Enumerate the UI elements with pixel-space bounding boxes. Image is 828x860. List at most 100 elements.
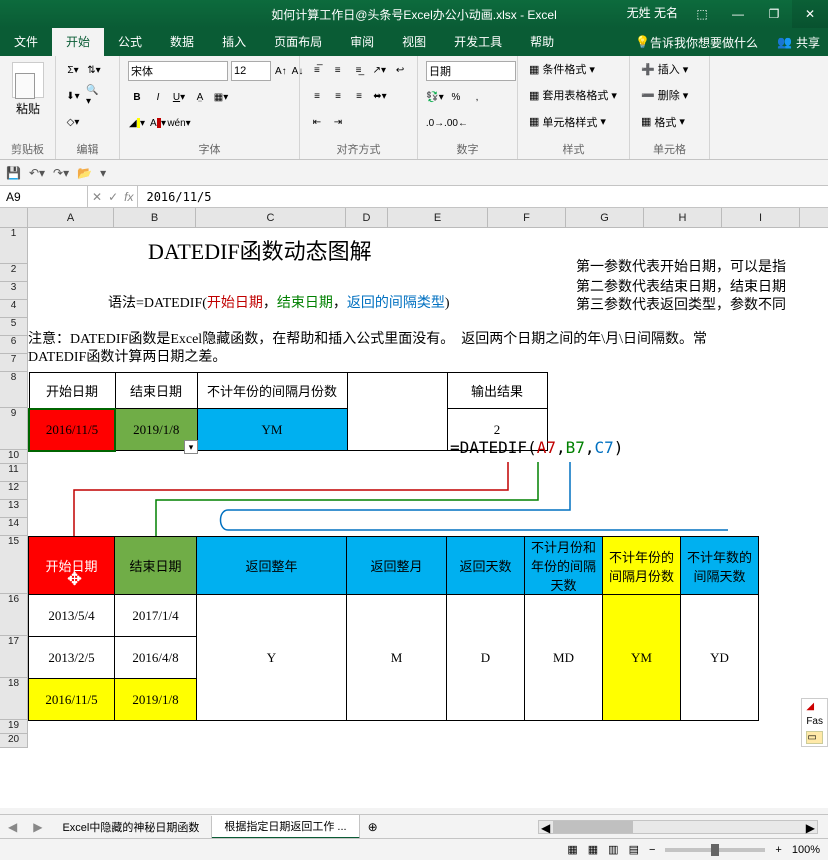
align-left-icon[interactable]: ≡ (308, 87, 326, 105)
dec-decimal-icon[interactable]: .00← (447, 114, 465, 132)
bold-icon[interactable]: B (128, 89, 146, 107)
align-top-icon[interactable]: ≡̅ (308, 61, 326, 79)
worksheet[interactable]: A B C D E F G H I 1 2 3 4 5 6 7 8 9 10 1… (0, 208, 828, 808)
sheet-nav-prev-icon[interactable]: ◀ (0, 820, 25, 834)
share-button[interactable]: 👥 共享 (777, 34, 820, 51)
fill-icon[interactable]: ⬇▾ (64, 87, 82, 105)
number-format-select[interactable] (426, 61, 516, 81)
tab-insert[interactable]: 插入 (208, 28, 260, 56)
row-6[interactable]: 6 (0, 336, 28, 354)
qat-more-icon[interactable]: ▾ (100, 166, 106, 180)
align-middle-icon[interactable]: ≡ (329, 61, 347, 79)
view-layout-icon[interactable]: ▥ (608, 843, 618, 856)
comma-icon[interactable]: , (468, 89, 486, 107)
row-9[interactable]: 9 (0, 408, 28, 450)
view-break-icon[interactable]: ▤ (629, 843, 639, 856)
row-18[interactable]: 18 (0, 678, 28, 720)
paste-button[interactable]: 粘贴 (8, 60, 48, 117)
col-F[interactable]: F (488, 208, 566, 227)
row-3[interactable]: 3 (0, 282, 28, 300)
name-box[interactable]: A9 (0, 186, 88, 207)
tab-formulas[interactable]: 公式 (104, 28, 156, 56)
indent-inc-icon[interactable]: ⇥ (329, 114, 347, 132)
new-sheet-icon[interactable]: ⊕ (360, 820, 386, 834)
tab-file[interactable]: 文件 (0, 28, 52, 56)
inc-decimal-icon[interactable]: .0→ (426, 114, 444, 132)
zoom-level[interactable]: 100% (792, 844, 820, 856)
tab-help[interactable]: 帮助 (516, 28, 568, 56)
zoom-in-button[interactable]: + (775, 844, 781, 856)
minimize-icon[interactable]: — (720, 0, 756, 28)
col-H[interactable]: H (644, 208, 722, 227)
row-1[interactable]: 1 (0, 228, 28, 264)
autosum-icon[interactable]: Σ▾ (64, 61, 82, 79)
fill-color-icon[interactable]: ◢▾ (128, 114, 146, 132)
formula-input[interactable]: 2016/11/5 (138, 190, 828, 204)
cell-style-button[interactable]: ▦ 单元格样式 ▾ (526, 113, 621, 131)
row-5[interactable]: 5 (0, 318, 28, 336)
undo-icon[interactable]: ↶▾ (29, 166, 45, 180)
tab-layout[interactable]: 页面布局 (260, 28, 336, 56)
open-icon[interactable]: 📂 (77, 166, 92, 180)
clear-icon[interactable]: ◇▾ (64, 114, 82, 132)
dropdown-arrow-icon[interactable]: ▾ (184, 440, 198, 454)
font-color-icon[interactable]: A▾ (149, 114, 167, 132)
enter-icon[interactable]: ✓ (108, 190, 118, 204)
fast-panel[interactable]: ◢Fas ▭ (801, 698, 828, 747)
user-name[interactable]: 无姓 无名 (627, 4, 678, 21)
format-cells-button[interactable]: ▦ 格式 ▾ (638, 113, 701, 131)
view-normal-icon[interactable]: ▦ (588, 843, 598, 856)
format-table-button[interactable]: ▦ 套用表格格式 ▾ (526, 86, 621, 104)
conditional-format-button[interactable]: ▦ 条件格式 ▾ (526, 60, 621, 78)
ribbon-options-icon[interactable]: ⬚ (684, 0, 720, 28)
row-17[interactable]: 17 (0, 636, 28, 678)
sheet-tab-2[interactable]: 根据指定日期返回工作 ... (212, 815, 359, 839)
sort-filter-icon[interactable]: ⇅▾ (85, 61, 103, 79)
tab-data[interactable]: 数据 (156, 28, 208, 56)
close-icon[interactable]: ✕ (792, 0, 828, 28)
row-10[interactable]: 10 (0, 450, 28, 464)
italic-icon[interactable]: I (149, 89, 167, 107)
indent-dec-icon[interactable]: ⇤ (308, 114, 326, 132)
sheet-nav-next-icon[interactable]: ▶ (25, 820, 50, 834)
col-C[interactable]: C (196, 208, 346, 227)
scrollbar-thumb[interactable] (553, 821, 633, 833)
col-B[interactable]: B (114, 208, 196, 227)
phonetic-icon[interactable]: wén▾ (170, 114, 188, 132)
currency-icon[interactable]: 💱▾ (426, 89, 444, 107)
zoom-slider[interactable] (665, 848, 765, 852)
find-icon[interactable]: 🔍▾ (85, 87, 103, 105)
th2-0[interactable]: 开始日期✥ (29, 537, 115, 595)
cell-A9[interactable]: 2016/11/5 (29, 409, 115, 451)
row-8[interactable]: 8 (0, 372, 28, 408)
restore-icon[interactable]: ❐ (756, 0, 792, 28)
percent-icon[interactable]: % (447, 89, 465, 107)
align-right-icon[interactable]: ≡ (350, 87, 368, 105)
row-4[interactable]: 4 (0, 300, 28, 318)
col-D[interactable]: D (346, 208, 388, 227)
row-16[interactable]: 16 (0, 594, 28, 636)
col-A[interactable]: A (28, 208, 114, 227)
row-20[interactable]: 20 (0, 734, 28, 748)
wrap-icon[interactable]: ↩ (391, 61, 409, 79)
sheet-tab-1[interactable]: Excel中隐藏的神秘日期函数 (50, 816, 212, 838)
row-2[interactable]: 2 (0, 264, 28, 282)
tab-dev[interactable]: 开发工具 (440, 28, 516, 56)
tab-review[interactable]: 审阅 (336, 28, 388, 56)
save-icon[interactable]: 💾 (6, 166, 21, 180)
col-G[interactable]: G (566, 208, 644, 227)
ruby-icon[interactable]: A̤ (191, 89, 209, 107)
row-19[interactable]: 19 (0, 720, 28, 734)
row-7[interactable]: 7 (0, 354, 28, 372)
align-center-icon[interactable]: ≡ (329, 87, 347, 105)
row-13[interactable]: 13 (0, 500, 28, 518)
delete-cells-button[interactable]: ➖ 删除 ▾ (638, 86, 701, 104)
orient-icon[interactable]: ↗▾ (370, 61, 388, 79)
fx-icon[interactable]: fx (124, 190, 133, 204)
underline-icon[interactable]: U▾ (170, 89, 188, 107)
col-I[interactable]: I (722, 208, 800, 227)
border-icon[interactable]: ▦▾ (212, 89, 230, 107)
redo-icon[interactable]: ↷▾ (53, 166, 69, 180)
col-E[interactable]: E (388, 208, 488, 227)
tell-me[interactable]: 💡 告诉我你想要做什么 (635, 34, 758, 51)
